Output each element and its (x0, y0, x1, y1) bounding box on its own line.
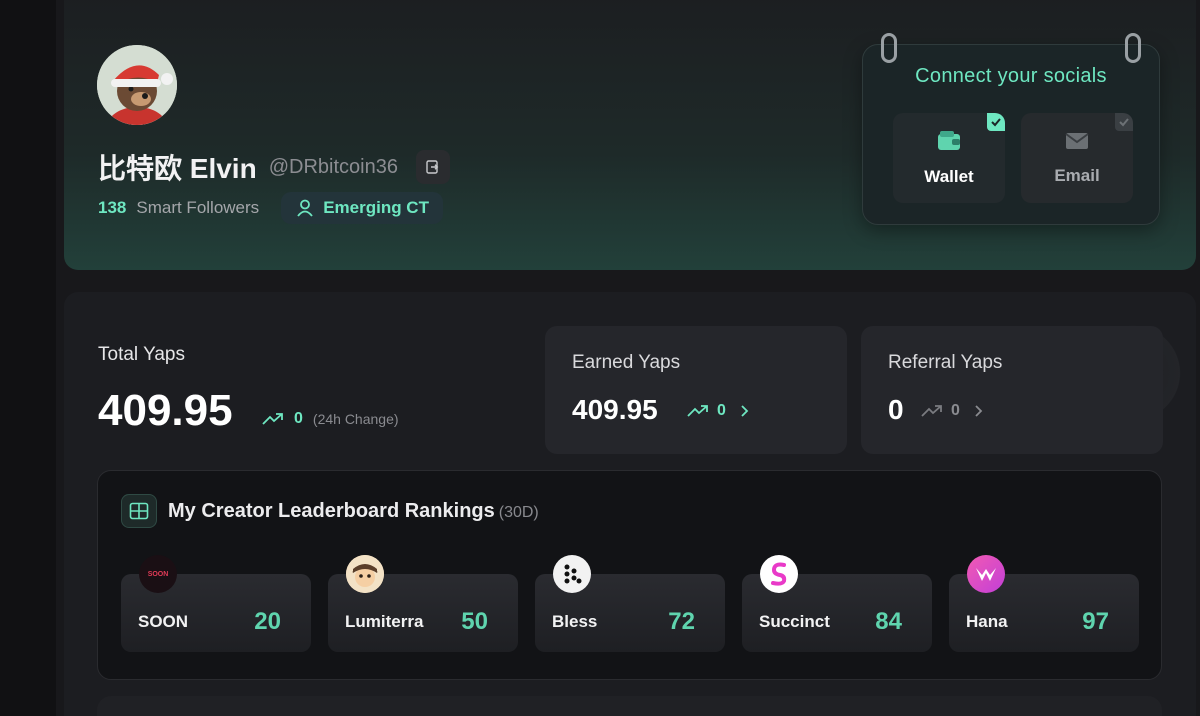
rank-name: Bless (552, 612, 598, 631)
user-icon (297, 199, 313, 217)
layout-grid-icon (121, 494, 157, 528)
email-label: Email (1054, 166, 1100, 185)
wallet-icon (938, 131, 960, 150)
binder-ring-icon (1125, 33, 1141, 63)
logout-icon (426, 160, 439, 174)
earned-yaps-card[interactable]: Earned Yaps 409.95 0 (545, 326, 847, 454)
smart-followers-label: Smart Followers (136, 198, 260, 217)
smart-followers-count: 138 (98, 198, 127, 217)
referral-yaps-change: 0 (921, 402, 984, 420)
email-tile[interactable]: Email (1021, 113, 1133, 203)
rank-value: 97 (1082, 608, 1109, 635)
check-icon (1115, 113, 1133, 131)
referral-yaps-value: 0 (888, 394, 904, 425)
earned-change-value: 0 (717, 402, 726, 419)
rank-name: SOON (138, 612, 189, 631)
binder-ring-icon (881, 33, 897, 63)
bless-logo-icon (553, 555, 591, 593)
rank-value: 84 (875, 608, 902, 635)
lumiterra-logo-icon (346, 555, 384, 593)
emerging-ct-badge[interactable]: Emerging CT (281, 192, 443, 224)
soon-logo-icon: SOON (139, 555, 177, 593)
logout-button[interactable] (415, 150, 450, 184)
wallet-label: Wallet (924, 167, 974, 186)
trending-up-icon (921, 405, 942, 417)
rank-name: Succinct (759, 612, 830, 631)
check-icon (987, 113, 1005, 131)
total-yaps-value: 409.95 (98, 386, 233, 435)
rank-name: Hana (966, 612, 1008, 631)
followers-row: 138 Smart Followers Emerging CT (98, 192, 443, 224)
leaderboard-title: My Creator Leaderboard Rankings (30D) (168, 500, 539, 523)
leaderboard-title-text: My Creator Leaderboard Rankings (168, 500, 495, 522)
earned-yaps-change: 0 (687, 402, 750, 420)
profile-name-row: 比特欧 Elvin @DRbitcoin36 (98, 147, 450, 187)
total-change-label: (24h Change) (312, 411, 399, 427)
connect-socials-card: Connect your socials Wallet Email (862, 33, 1160, 225)
next-section-panel (97, 696, 1162, 716)
chevron-right-icon[interactable] (740, 404, 750, 418)
referral-yaps-card[interactable]: Referral Yaps 0 0 (861, 326, 1163, 454)
earned-yaps-value: 409.95 (572, 394, 658, 425)
succinct-logo-icon (760, 555, 798, 593)
rank-value: 72 (668, 608, 695, 635)
soon-logo-text: SOON (147, 570, 169, 578)
leaderboard-period: (30D) (498, 504, 539, 521)
trending-up-icon (687, 405, 708, 417)
user-handle: @DRbitcoin36 (268, 155, 398, 178)
rank-name: Lumiterra (345, 612, 424, 631)
total-yaps-change: 0 (24h Change) (262, 410, 399, 428)
badge-label: Emerging CT (323, 198, 429, 217)
email-icon (1065, 133, 1089, 149)
trending-up-icon (262, 413, 283, 425)
bear-avatar-icon (97, 45, 177, 125)
display-name: 比特欧 Elvin (98, 153, 257, 184)
socials-title: Connect your socials (915, 65, 1107, 87)
total-change-value: 0 (294, 410, 303, 427)
total-yaps-title: Total Yaps (98, 344, 185, 365)
referral-yaps-title: Referral Yaps (888, 352, 1003, 373)
left-sidebar (0, 0, 56, 716)
earned-yaps-title: Earned Yaps (572, 352, 681, 373)
referral-change-value: 0 (951, 402, 960, 419)
rank-value: 20 (254, 608, 281, 635)
chevron-right-icon[interactable] (974, 404, 984, 418)
rank-value: 50 (461, 608, 488, 635)
wallet-tile[interactable]: Wallet (893, 113, 1005, 203)
hana-logo-icon (967, 555, 1005, 593)
avatar[interactable] (97, 45, 177, 125)
